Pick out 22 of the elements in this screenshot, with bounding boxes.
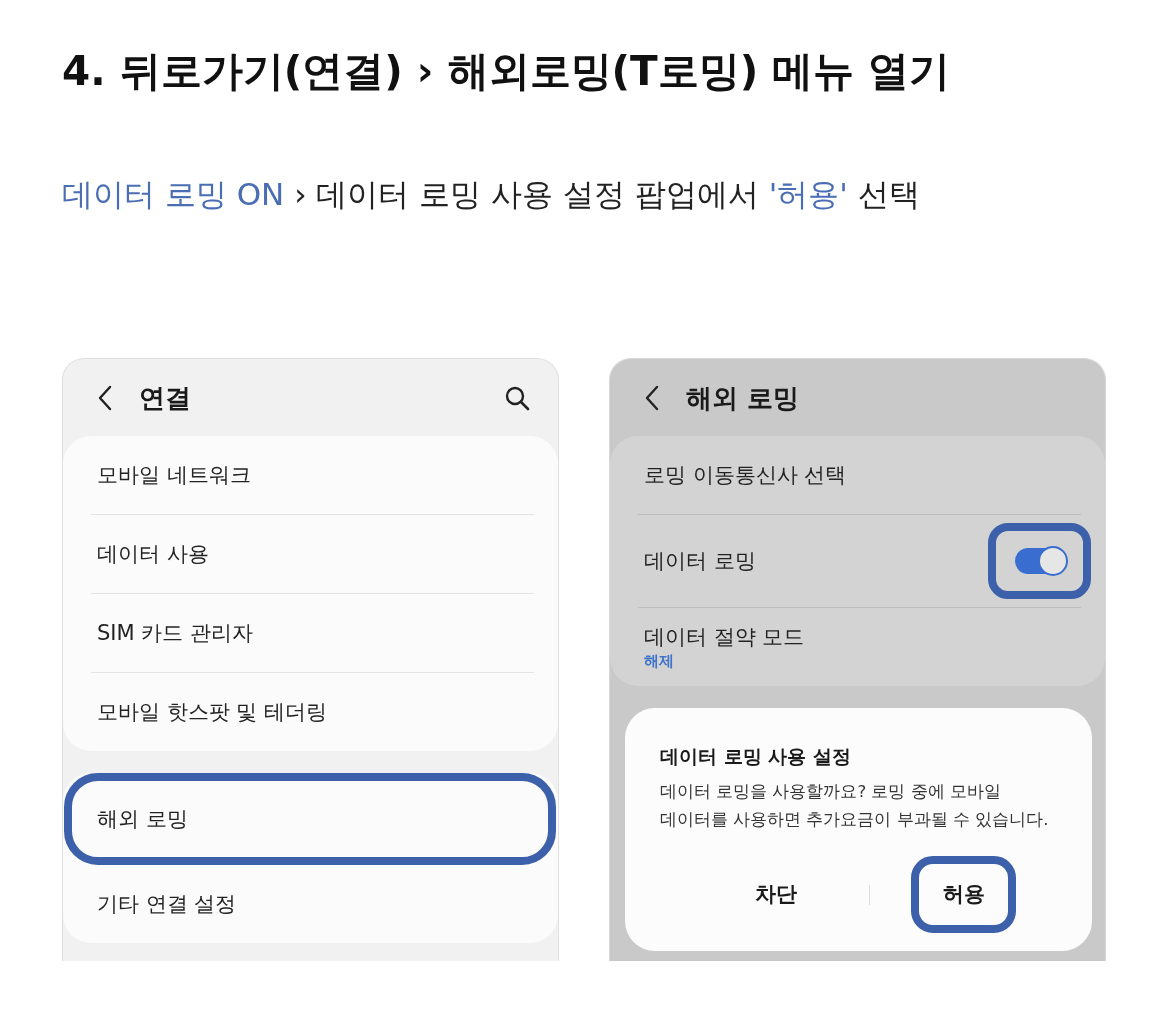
- instruction-text: 데이터 로밍 ON › 데이터 로밍 사용 설정 팝업에서 '허용' 선택: [62, 175, 920, 214]
- settings-item[interactable]: SIM 카드 관리자: [63, 594, 558, 672]
- dialog-title: 데이터 로밍 사용 설정: [660, 744, 851, 768]
- search-icon[interactable]: [504, 384, 530, 411]
- dialog-message: 데이터 로밍을 사용할까요? 로밍 중에 모바일 데이터를 사용하면 추가요금이 부과될 수 있습니다.: [660, 781, 1050, 831]
- dialog-button[interactable]: 허용: [911, 856, 1016, 933]
- dialog-button[interactable]: 차단: [723, 856, 828, 933]
- screen-title: 연결: [139, 381, 191, 415]
- back-icon[interactable]: [644, 384, 660, 411]
- settings-item[interactable]: 로밍 이동통신사 선택: [610, 436, 1105, 514]
- toggle-switch[interactable]: [1014, 548, 1065, 574]
- back-icon[interactable]: [97, 384, 113, 411]
- settings-item[interactable]: 데이터 절약 모드: [644, 623, 805, 651]
- settings-item[interactable]: 기타 연결 설정: [63, 865, 558, 943]
- settings-item[interactable]: 모바일 네트워크: [63, 436, 558, 514]
- screen-title: 해외 로밍: [686, 381, 800, 415]
- page-heading: 4. 뒤로가기(연결) › 해외로밍(T로밍) 메뉴 열기: [62, 46, 951, 97]
- setting-status: 해제: [644, 651, 675, 671]
- settings-item[interactable]: 데이터 사용: [63, 515, 558, 593]
- settings-item[interactable]: 해외 로밍: [64, 773, 556, 865]
- settings-item[interactable]: 모바일 핫스팟 및 테더링: [63, 673, 558, 751]
- settings-item[interactable]: 데이터 로밍: [644, 547, 756, 575]
